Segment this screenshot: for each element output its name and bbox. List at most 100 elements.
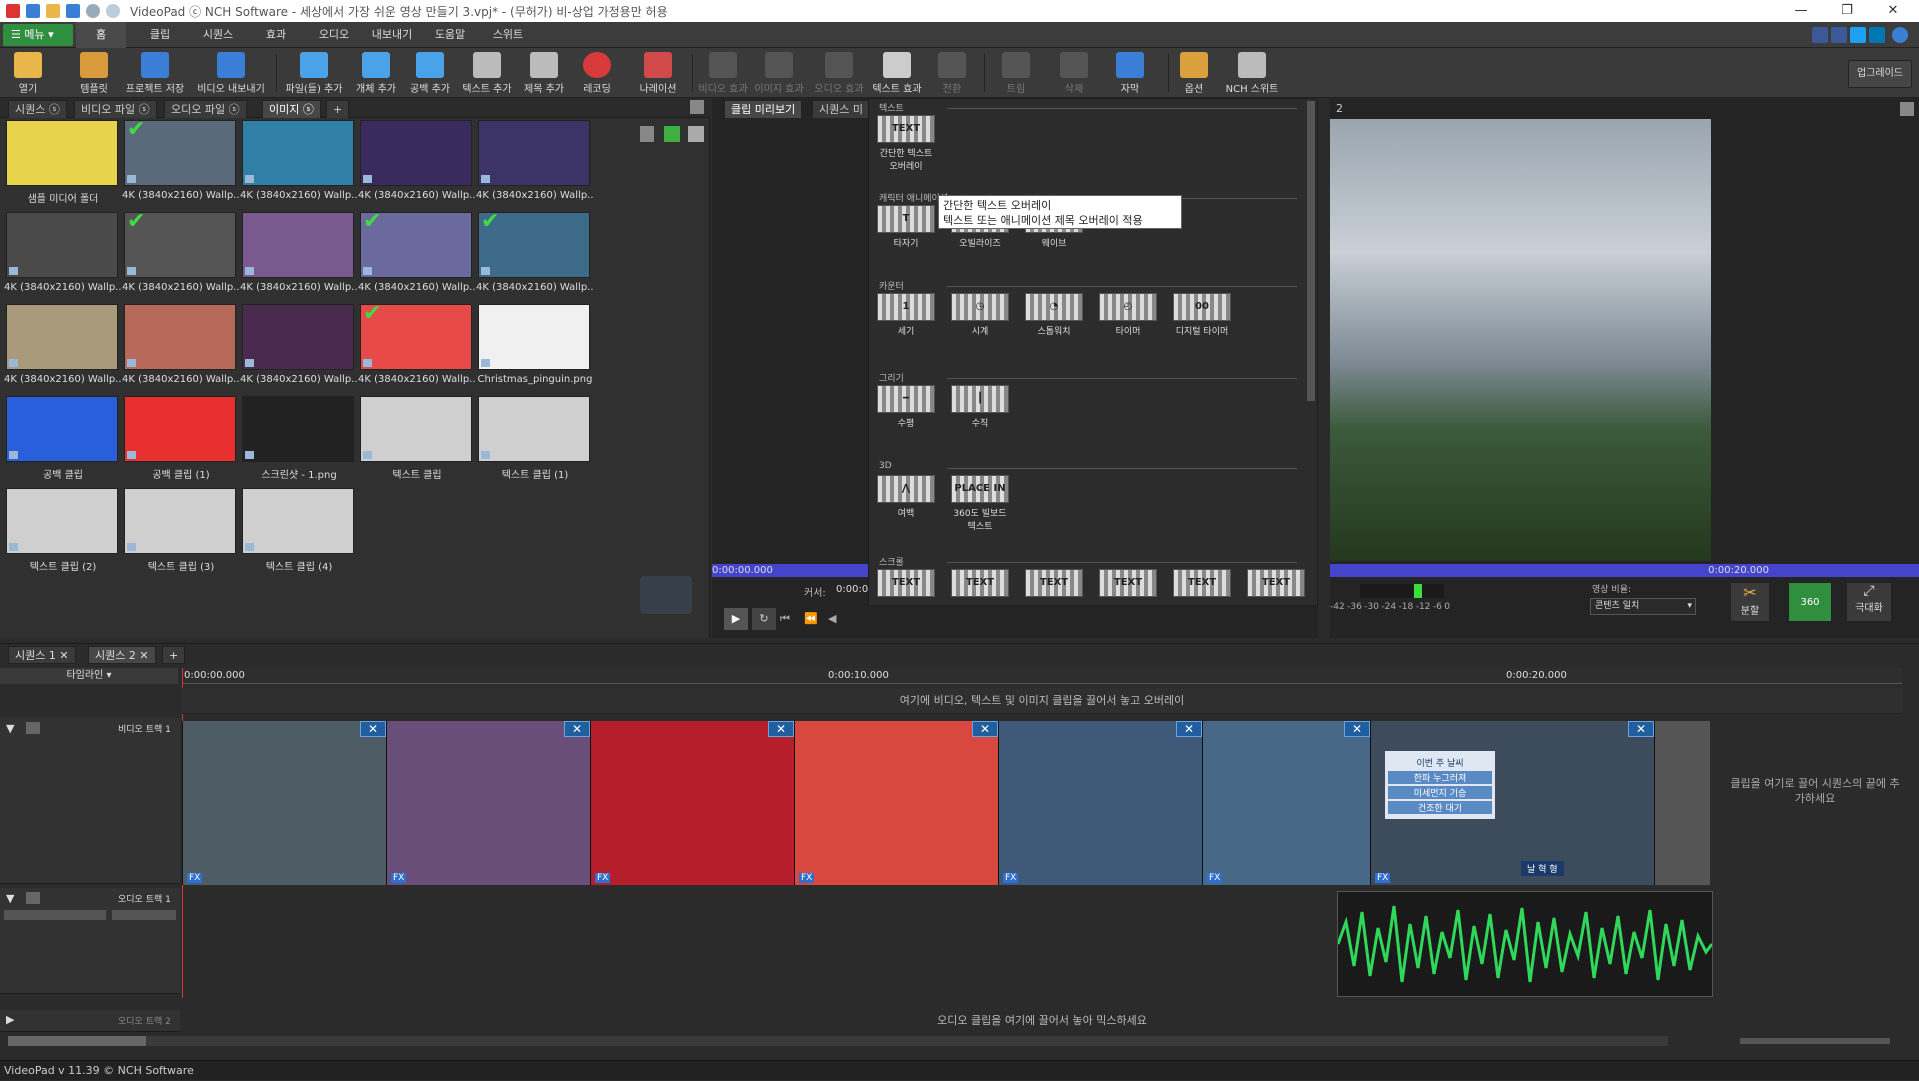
maximize-button[interactable]: ⤢ 극대화 (1846, 582, 1892, 622)
add-folder-icon[interactable] (664, 126, 680, 142)
undo-icon[interactable] (86, 4, 100, 18)
timeline-ruler[interactable]: 0:00:00.000 0:00:10.000 0:00:20.000 (182, 668, 1902, 684)
effect-item[interactable]: T 타자기 (875, 205, 937, 249)
effect-item[interactable]: ⋀ 여백 (875, 475, 937, 519)
bin-tab-video-files[interactable]: 비디오 파일 ⓢ (74, 100, 157, 118)
bin-item-thumbnail[interactable] (242, 120, 354, 186)
audio-drop-zone[interactable]: 오디오 클립을 여기에 끌어서 놓아 믹스하세요 (182, 1010, 1902, 1032)
effects-scrollbar[interactable] (1307, 101, 1315, 401)
minimize-button[interactable]: — (1778, 0, 1824, 22)
zoom-slider[interactable] (1740, 1038, 1890, 1044)
tab-sequence[interactable]: 시퀀스 (188, 22, 248, 48)
text-effects-button[interactable]: 텍스트 효과 (868, 50, 926, 96)
open-icon[interactable] (46, 4, 60, 18)
clip-fx-button[interactable]: FX (1207, 873, 1223, 883)
bin-item-thumbnail[interactable]: ✔ (478, 211, 590, 278)
timeline-mode-select[interactable]: 타임라인 ▾ (0, 668, 178, 684)
collapse-icon[interactable]: ▼ (6, 892, 14, 905)
bin-item-thumbnail[interactable] (478, 304, 590, 370)
transition-icon[interactable]: ✕ (1628, 721, 1654, 737)
transition-icon[interactable]: ✕ (360, 721, 386, 737)
facebook-icon[interactable] (1831, 27, 1847, 43)
options-button[interactable]: 옵션 (1172, 50, 1216, 96)
bin-item-thumbnail[interactable]: ✔ (360, 211, 472, 278)
bin-item-thumbnail[interactable] (6, 304, 118, 370)
clip-fx-button[interactable]: FX (391, 873, 407, 883)
add-sequence-button[interactable]: + (162, 646, 186, 664)
audio-effects-button[interactable]: 오디오 효과 (812, 50, 866, 96)
clip-fx-button[interactable]: FX (1003, 873, 1019, 883)
effect-item[interactable]: ◔ 스톱워치 (1023, 293, 1085, 337)
effect-item[interactable]: TEXT (1245, 569, 1307, 600)
play-button[interactable]: ▶ (724, 608, 748, 630)
bin-popout-icon[interactable] (690, 100, 704, 114)
tab-export[interactable]: 내보내기 (362, 22, 422, 48)
video-clip[interactable]: FX (998, 721, 1202, 885)
bin-tab-sequences[interactable]: 시퀀스 ⓢ (8, 100, 67, 118)
collapse-icon[interactable]: ▼ (6, 722, 14, 735)
main-menu-button[interactable]: ☰ 메뉴 ▾ (3, 24, 73, 46)
transition-button[interactable]: 전환 (930, 50, 974, 96)
tab-home[interactable]: 홈 (76, 22, 126, 48)
audio-track-mute-icon[interactable] (26, 892, 40, 904)
bin-item-thumbnail[interactable] (478, 120, 590, 186)
list-view-icon[interactable] (688, 126, 704, 142)
clip-fx-button[interactable]: FX (187, 873, 203, 883)
effect-item[interactable]: TEXT (1023, 569, 1085, 600)
transition-icon[interactable]: ✕ (1344, 721, 1370, 737)
expand-icon[interactable]: ▶ (6, 1013, 14, 1026)
tab-clip[interactable]: 클립 (130, 22, 190, 48)
transition-icon[interactable]: ✕ (972, 721, 998, 737)
step-back-button[interactable]: ⏪ (804, 612, 818, 625)
video-clip[interactable]: FX (386, 721, 590, 885)
trash-icon[interactable] (640, 126, 654, 142)
video-effects-button[interactable]: 비디오 효과 (696, 50, 750, 96)
bin-item-thumbnail[interactable] (360, 120, 472, 186)
bin-item-thumbnail[interactable] (6, 212, 118, 278)
tab-effects[interactable]: 효과 (246, 22, 306, 48)
effect-item[interactable]: TEXT (949, 569, 1011, 600)
transition-icon[interactable]: ✕ (564, 721, 590, 737)
volume-slider[interactable] (4, 910, 106, 920)
bin-item-thumbnail[interactable]: ✔ (360, 303, 472, 370)
bin-item-thumbnail[interactable] (360, 396, 472, 462)
effect-item[interactable]: PLACE IN 360 360도 빌보드 텍스트 (949, 475, 1011, 532)
bin-item-thumbnail[interactable] (6, 488, 118, 554)
effect-item[interactable]: TEXT 간단한 텍스트 오버레이 (875, 115, 937, 172)
loop-button[interactable]: ↻ (752, 608, 776, 630)
save-project-button[interactable]: 프로젝트 저장 (124, 50, 186, 96)
transition-icon[interactable]: ✕ (1176, 721, 1202, 737)
video-clip[interactable]: FX 이번 주 날씨 한파 누그러져 미세먼지 기승 건조한 대기 날 혁 형 (1370, 721, 1654, 885)
video-clip[interactable]: FX (590, 721, 794, 885)
aspect-ratio-select[interactable]: 콘텐츠 일치 ▾ (1590, 598, 1696, 615)
new-icon[interactable] (26, 4, 40, 18)
effect-item[interactable]: TEXT (1171, 569, 1233, 600)
redo-icon[interactable] (106, 4, 120, 18)
video-clip[interactable]: FX (182, 721, 386, 885)
export-video-button[interactable]: 비디오 내보내기 (196, 50, 266, 96)
clip-preview-ruler[interactable]: 0:00:00.000 (712, 564, 868, 577)
twitter-icon[interactable] (1850, 27, 1866, 43)
add-blank-button[interactable]: 공백 추가 (404, 50, 456, 96)
record-button[interactable]: 레코딩 (574, 50, 620, 96)
bin-item-thumbnail[interactable] (242, 396, 354, 462)
effect-item[interactable]: ┃ 수직 (949, 385, 1011, 429)
help-icon[interactable] (1892, 27, 1908, 43)
bin-item-thumbnail[interactable] (6, 120, 118, 186)
audio-clip[interactable] (1336, 891, 1714, 997)
add-title-button[interactable]: 제목 추가 (518, 50, 570, 96)
tab-help[interactable]: 도움말 (420, 22, 480, 48)
effect-item[interactable]: TEXT (875, 569, 937, 600)
open-button[interactable]: 열기 (4, 50, 52, 96)
nch-suite-button[interactable]: NCH 스위트 (1222, 50, 1282, 96)
pan-slider[interactable] (112, 910, 176, 920)
timeline-scrollbar[interactable] (8, 1036, 1668, 1046)
trim-button[interactable]: 트림 (994, 50, 1038, 96)
video-clip[interactable]: FX (1202, 721, 1370, 885)
template-button[interactable]: 템플릿 (66, 50, 122, 96)
video-clip[interactable] (1654, 721, 1710, 885)
effect-item[interactable]: 1 세기 (875, 293, 937, 337)
effect-item[interactable]: ◴ 타이머 (1097, 293, 1159, 337)
image-effects-button[interactable]: 이미지 효과 (752, 50, 806, 96)
bin-add-tab-button[interactable]: + (326, 100, 350, 118)
